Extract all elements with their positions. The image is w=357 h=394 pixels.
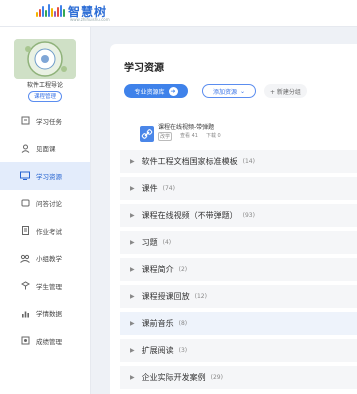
chat-icon — [20, 198, 30, 208]
task-icon — [20, 116, 30, 126]
sidebar-item-qa-discussion[interactable]: 问答讨论 — [0, 190, 90, 218]
sidebar-item-label: 见面课 — [36, 145, 56, 154]
folder-count: (2) — [178, 266, 188, 273]
caret-right-icon: ▶ — [130, 158, 135, 165]
folder-name: 企业实际开发案例 — [141, 373, 206, 382]
caret-right-icon: ▶ — [130, 374, 135, 381]
course-cover-image[interactable] — [14, 39, 76, 79]
caret-right-icon: ▶ — [130, 320, 135, 327]
folder-row[interactable]: ▶ 习题 (4) — [120, 231, 357, 254]
folder-row[interactable]: ▶ 课程在线视频（不带弹题） (93) — [120, 204, 357, 227]
sidebar-item-label: 学情数据 — [36, 310, 62, 319]
sidebar-item-homework-exam[interactable]: 作业考试 — [0, 217, 90, 245]
sidebar-item-student-management[interactable]: 学生管理 — [0, 272, 90, 300]
folder-list: ▶ 软件工程文档国家标准模板 (14) ▶ 课件 (74) ▶ 课程在线视频（不带弹题） (… — [120, 150, 357, 393]
resource-library-button[interactable]: 专业资源库 ➜ — [124, 84, 188, 98]
file-title[interactable]: 课程在线视频-带弹题 — [158, 122, 214, 131]
group-icon — [20, 253, 30, 263]
caret-right-icon: ▶ — [130, 239, 135, 246]
sidebar-item-label: 作业考试 — [36, 227, 62, 236]
file-views: 查看 41 — [180, 133, 198, 139]
new-group-button[interactable]: + 新建分组 — [264, 84, 307, 98]
folder-row[interactable]: ▶ 扩展阅读 (3) — [120, 339, 357, 362]
folder-name: 课程简介 — [141, 265, 174, 274]
main-content: 学习资源 专业资源库 ➜ 添加资源 ⌄ + 新建分组 课程在线视频-带弹题 改学… — [110, 44, 357, 394]
students-icon — [20, 281, 30, 291]
folder-row[interactable]: ▶ 软件工程文档国家标准模板 (14) — [120, 150, 357, 173]
sidebar-item-label: 学习资源 — [36, 172, 62, 181]
folder-count: (29) — [210, 374, 223, 381]
sidebar-item-label: 学生管理 — [36, 282, 62, 291]
sidebar-item-label: 学习任务 — [36, 117, 62, 126]
sidebar-item-learning-tasks[interactable]: 学习任务 — [0, 107, 90, 135]
course-manage-button[interactable]: 课程管理 — [28, 91, 62, 102]
folder-name: 课件 — [141, 184, 158, 193]
file-meta: 改学 查看 41 下载 0 — [158, 132, 221, 141]
course-name: 软件工程导论 — [26, 82, 63, 89]
exam-icon — [20, 226, 30, 236]
folder-row[interactable]: ▶ 课程简介 (2) — [120, 258, 357, 281]
folder-count: (93) — [242, 212, 255, 219]
page-title: 学习资源 — [124, 63, 164, 74]
grade-icon — [20, 336, 30, 346]
user-icon — [20, 143, 30, 153]
folder-row[interactable]: ▶ 企业实际开发案例 (29) — [120, 366, 357, 389]
folder-name: 课程授课回放 — [141, 292, 190, 301]
sidebar-item-meeting-class[interactable]: 见面课 — [0, 135, 90, 163]
sidebar-item-learning-data[interactable]: 学情数据 — [0, 300, 90, 328]
resource-toolbar: 专业资源库 ➜ 添加资源 ⌄ + 新建分组 — [124, 84, 307, 98]
folder-name: 课前音乐 — [141, 319, 174, 328]
caret-right-icon: ▶ — [130, 185, 135, 192]
top-bar: 智慧树 www.zhihuishu.com — [0, 0, 357, 27]
folder-row[interactable]: ▶ 课件 (74) — [120, 177, 357, 200]
folder-count: (4) — [162, 239, 172, 246]
chevron-down-icon: ⌄ — [239, 87, 246, 95]
sidebar-item-group-teaching[interactable]: 小组教学 — [0, 245, 90, 273]
sidebar: 软件工程导论 课程管理 学习任务 见面课 学习资源 问答讨论 作业考试 小组教学 — [0, 27, 91, 394]
caret-right-icon: ▶ — [130, 212, 135, 219]
folder-name: 扩展阅读 — [141, 346, 174, 355]
folder-name: 软件工程文档国家标准模板 — [141, 157, 238, 166]
folder-name: 课程在线视频（不带弹题） — [141, 211, 238, 220]
file-downloads: 下载 0 — [205, 133, 221, 139]
resource-icon — [20, 171, 30, 181]
add-resource-label: 添加资源 — [212, 88, 237, 96]
file-tag: 改学 — [158, 132, 173, 141]
folder-count: (8) — [178, 320, 188, 327]
folder-row[interactable]: ▶ 课程授课回放 (12) — [120, 285, 357, 308]
caret-right-icon: ▶ — [130, 266, 135, 273]
add-resource-button[interactable]: 添加资源 ⌄ — [202, 84, 256, 98]
sidebar-item-label: 成绩管理 — [36, 337, 62, 346]
folder-count: (12) — [194, 293, 207, 300]
folder-count: (74) — [162, 185, 175, 192]
data-icon — [20, 308, 30, 318]
arrow-right-icon: ➜ — [168, 86, 178, 96]
folder-count: (14) — [242, 158, 255, 165]
resource-library-label: 专业资源库 — [134, 88, 165, 96]
sidebar-item-label: 小组教学 — [36, 255, 62, 264]
folder-name: 习题 — [141, 238, 158, 247]
sidebar-item-grade-management[interactable]: 成绩管理 — [0, 327, 90, 355]
logo-subtext: www.zhihuishu.com — [70, 17, 110, 22]
caret-right-icon: ▶ — [130, 347, 135, 354]
logo-icon[interactable] — [36, 4, 65, 17]
sidebar-item-learning-resources[interactable]: 学习资源 — [0, 162, 90, 190]
sidebar-nav: 学习任务 见面课 学习资源 问答讨论 作业考试 小组教学 学生管理 学情数据 成… — [0, 107, 90, 355]
sidebar-item-label: 问答讨论 — [36, 200, 62, 209]
folder-count: (3) — [178, 347, 188, 354]
folder-row[interactable]: ▶ 课前音乐 (8) — [120, 312, 357, 335]
link-file-icon — [140, 126, 154, 142]
caret-right-icon: ▶ — [130, 293, 135, 300]
